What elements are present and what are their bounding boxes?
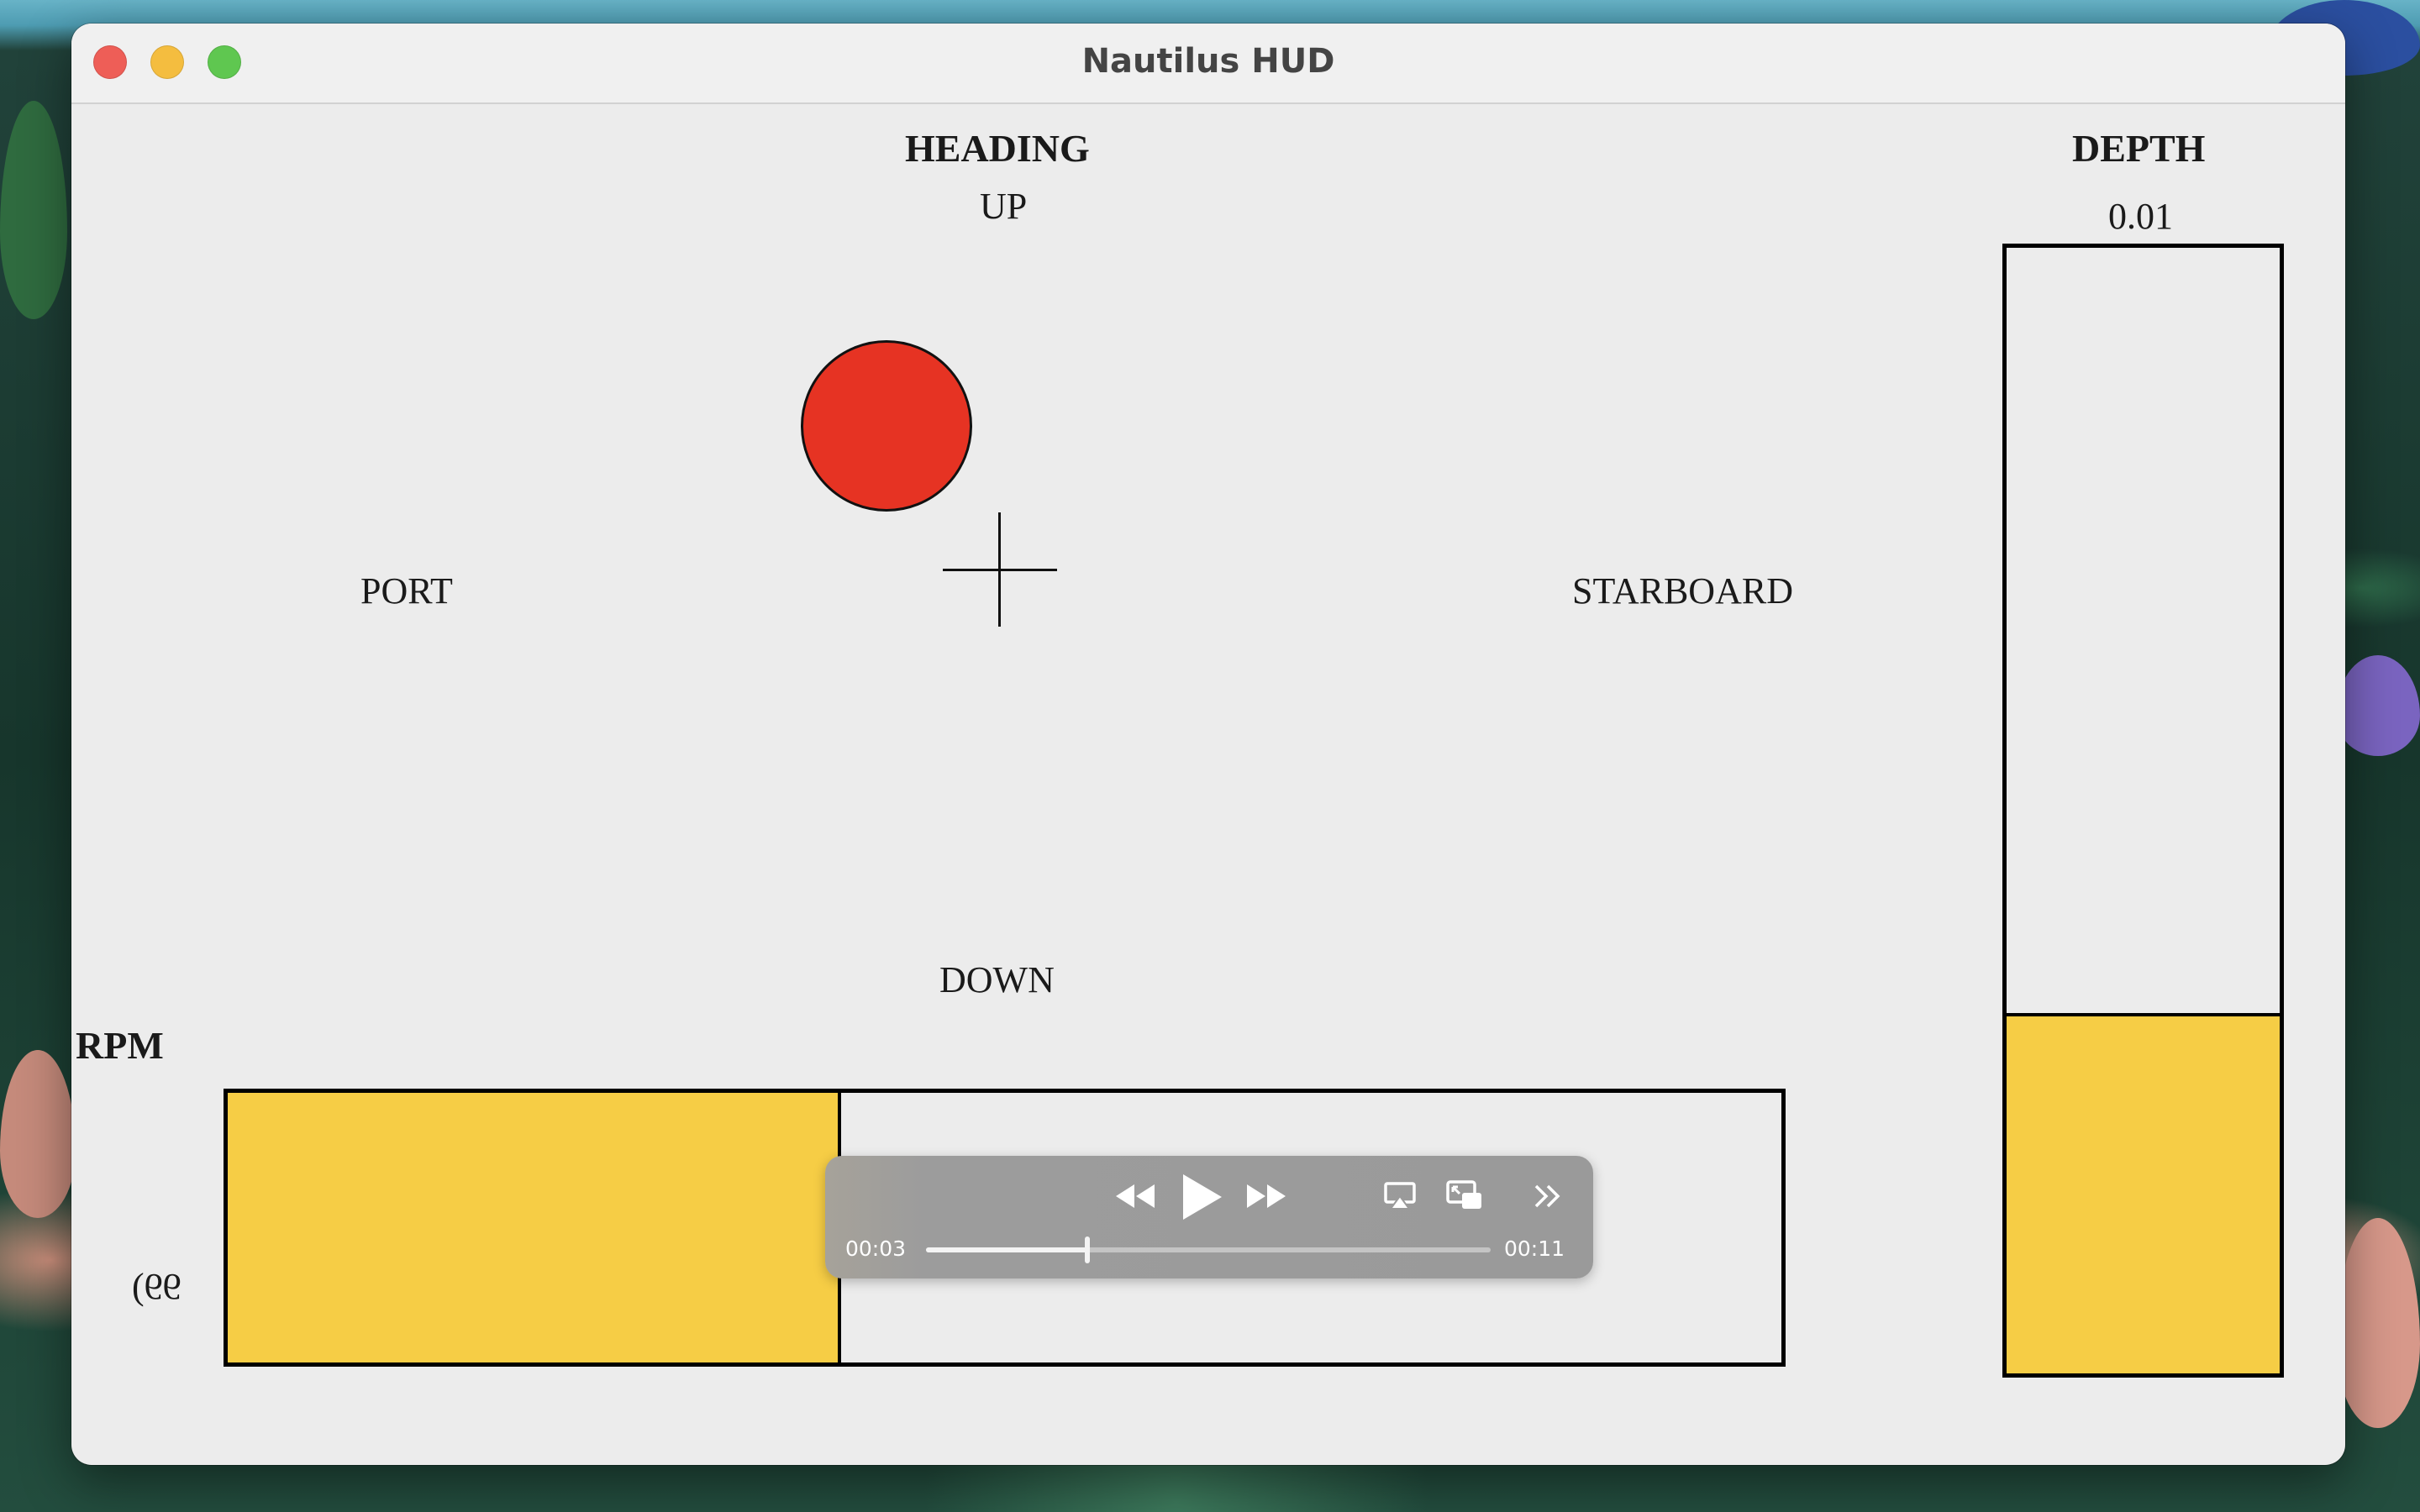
airplay-icon[interactable] [1383,1181,1417,1215]
wallpaper-leaf [0,1050,76,1218]
heading-starboard-label: STARBOARD [1572,570,1793,612]
heading-up-label: UP [980,186,1028,227]
remaining-time: 00:11 [1504,1236,1565,1261]
wallpaper-leaf [2336,1218,2420,1428]
app-window: Nautilus HUD HEADING UP PORT STARBOARD D… [71,24,2345,1465]
more-chevrons-icon[interactable] [1533,1183,1561,1213]
playback-scrubber[interactable] [926,1236,1491,1263]
playback-progress [926,1247,1087,1252]
heading-port-label: PORT [360,570,453,612]
rpm-value: 99) [132,1266,182,1307]
fast-forward-icon[interactable] [1244,1181,1289,1215]
wallpaper-leaf [2336,655,2420,756]
wallpaper-leaf [0,101,67,319]
rewind-icon[interactable] [1113,1181,1158,1215]
depth-gauge [2002,244,2284,1378]
picture-in-picture-icon[interactable] [1445,1179,1484,1215]
window-title: Nautilus HUD [1081,42,1335,81]
heading-title: HEADING [905,127,1090,170]
rpm-title: RPM [76,1024,164,1067]
scrubber-knob[interactable] [1084,1236,1090,1263]
depth-gauge-fill [2007,1013,2280,1373]
heading-marker [801,340,972,512]
media-player-controls: 00:03 00:11 [825,1156,1593,1278]
depth-title: DEPTH [2072,127,2206,170]
depth-value: 0.01 [2108,196,2173,237]
play-icon[interactable] [1178,1171,1225,1226]
rpm-gauge-fill [228,1093,842,1362]
elapsed-time: 00:03 [845,1236,907,1261]
title-bar: Nautilus HUD [71,24,2345,104]
heading-down-label: DOWN [939,959,1055,1000]
crosshair-horizontal [943,569,1057,571]
